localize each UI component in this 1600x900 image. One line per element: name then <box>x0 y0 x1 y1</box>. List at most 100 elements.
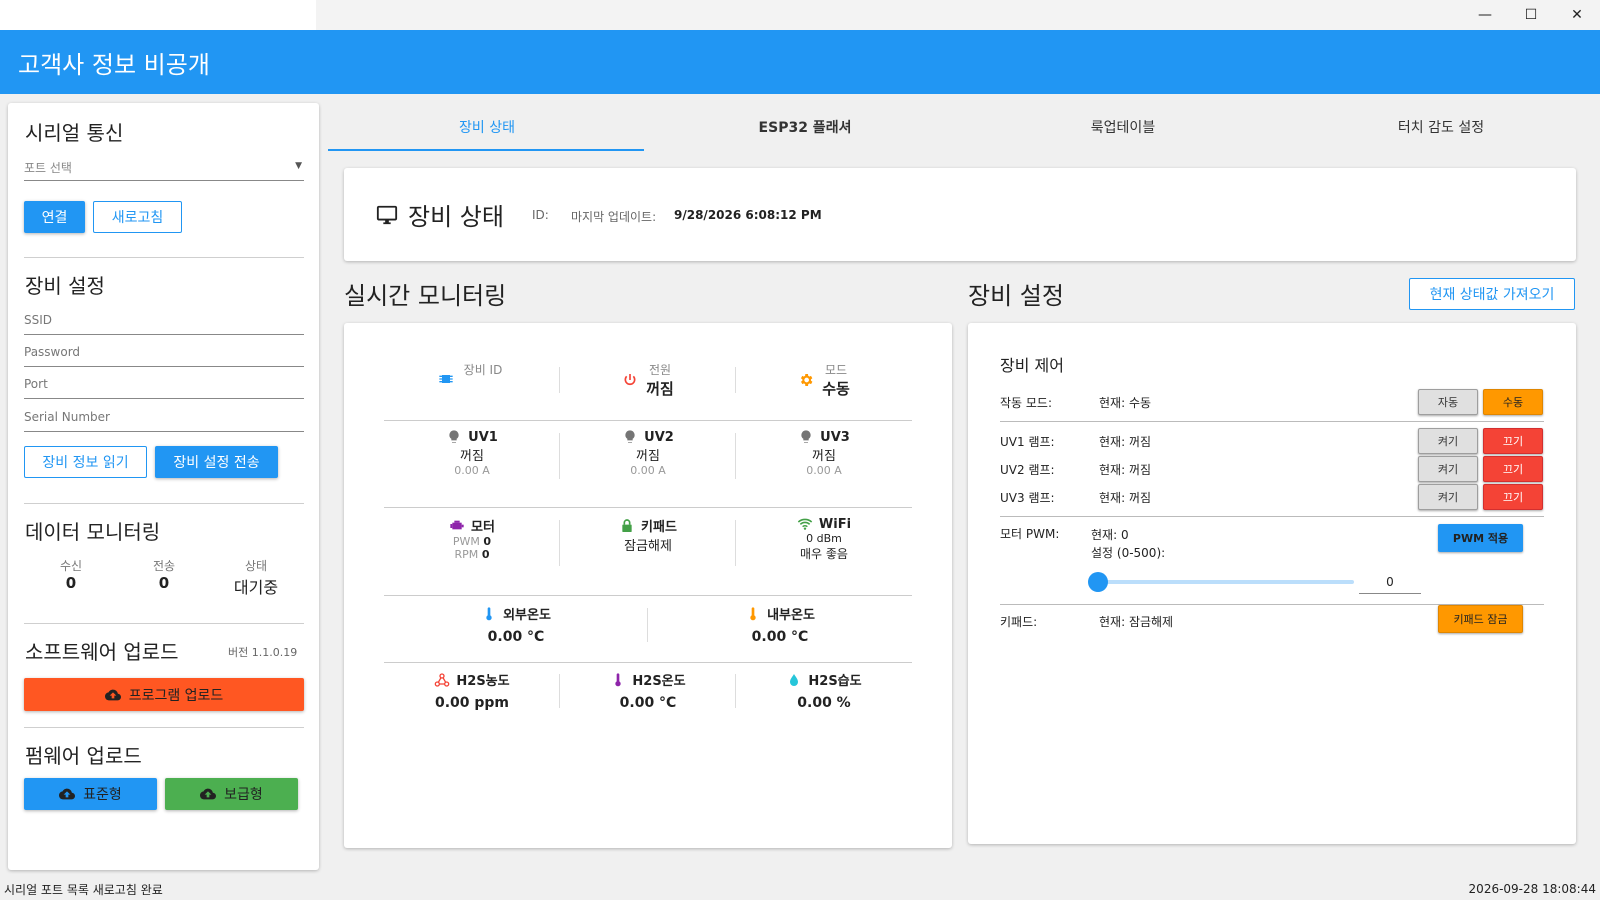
keypad-state: 잠금해제 <box>624 539 672 554</box>
h2s-temp-cell: H2S온도 0.00 °C <box>560 670 736 711</box>
read-device-info-button[interactable]: 장비 정보 읽기 <box>24 446 147 478</box>
uv2-state: 꺼짐 <box>636 449 660 464</box>
rx-value: 0 <box>65 574 77 592</box>
uv3-cell: UV3 꺼짐 0.00 A <box>736 429 912 477</box>
monitor-icon <box>376 205 398 225</box>
port-select[interactable]: 포트 선택 ▼ <box>24 159 304 181</box>
rpm-value: 0 <box>481 548 490 561</box>
thermometer-icon <box>615 672 622 686</box>
inner-temp-value: 0.00 °C <box>751 629 809 645</box>
tab-bar: 장비 상태 ESP32 플래셔 룩업테이블 터치 감도 설정 <box>328 103 1600 151</box>
send-device-settings-button[interactable]: 장비 설정 전송 <box>155 446 278 478</box>
uv3-state: 꺼짐 <box>812 449 836 464</box>
data-monitor-title: 데이터 모니터링 <box>25 520 161 544</box>
molecule-icon <box>435 672 450 687</box>
power-icon <box>624 374 636 386</box>
divider <box>24 257 304 258</box>
program-upload-button[interactable]: 프로그램 업로드 <box>24 678 304 711</box>
wifi-quality: 매우 좋음 <box>800 547 848 561</box>
uv1-off-button[interactable]: 끄기 <box>1483 428 1543 454</box>
mode-cell: 모드 수동 <box>736 361 912 399</box>
firmware-standard-button[interactable]: 표준형 <box>24 778 157 810</box>
pwm-apply-button[interactable]: PWM 적용 <box>1438 524 1523 552</box>
uv1-lamp-label: UV1 램프: <box>1000 435 1055 449</box>
state-value: 대기중 <box>233 578 279 597</box>
dropdown-arrow-icon: ▼ <box>295 161 302 171</box>
divider <box>384 662 912 663</box>
state-indicator: 상태 대기중 <box>211 557 301 598</box>
outer-temp-name: 외부온도 <box>503 608 551 623</box>
maximize-button[interactable]: ☐ <box>1508 0 1554 30</box>
close-button[interactable]: ✕ <box>1554 0 1600 30</box>
control-title: 장비 제어 <box>1000 356 1064 375</box>
refresh-button[interactable]: 새로고침 <box>93 201 182 233</box>
divider <box>384 420 912 421</box>
divider <box>384 507 912 508</box>
uv3-current: 0.00 A <box>806 464 842 477</box>
version-label: 버전 1.1.0.19 <box>228 646 298 659</box>
fetch-current-state-button[interactable]: 현재 상태값 가져오기 <box>1409 278 1575 310</box>
firmware-standard-label: 표준형 <box>83 787 122 803</box>
device-status-header: 장비 상태 ID: 마지막 업데이트: 9/28/2026 6:08:12 PM <box>344 168 1576 261</box>
wifi-signal: 0 dBm <box>806 532 842 545</box>
divider <box>24 727 304 728</box>
port-select-placeholder: 포트 선택 <box>24 161 72 175</box>
uv2-lamp-current: 현재: 꺼짐 <box>1099 463 1152 477</box>
status-header-title: 장비 상태 <box>408 203 504 231</box>
password-field[interactable]: Password <box>24 345 304 367</box>
port-field[interactable]: Port <box>24 377 304 399</box>
pwm-slider-thumb[interactable] <box>1088 572 1108 592</box>
uv2-cell: UV2 꺼짐 0.00 A <box>560 429 736 477</box>
cloud-upload-icon <box>104 689 121 700</box>
uv2-on-button[interactable]: 켜기 <box>1418 456 1478 482</box>
uv3-off-button[interactable]: 끄기 <box>1483 484 1543 510</box>
wifi-icon <box>797 518 813 530</box>
connect-button[interactable]: 연결 <box>24 201 85 233</box>
uv3-name: UV3 <box>820 429 850 445</box>
h2s-humidity-value: 0.00 % <box>797 695 851 711</box>
tx-value: 0 <box>158 574 170 592</box>
device-control-card: 장비 제어 작동 모드: 현재: 수동 자동 수동 UV1 램프: 현재: 꺼짐… <box>968 323 1576 844</box>
uv3-on-button[interactable]: 켜기 <box>1418 484 1478 510</box>
sidebar: 시리얼 통신 포트 선택 ▼ 연결 새로고침 장비 설정 SSID Passwo… <box>8 103 319 870</box>
uv2-lamp-label: UV2 램프: <box>1000 463 1055 477</box>
pwm-value-input[interactable]: 0 <box>1359 570 1421 594</box>
ssid-field[interactable]: SSID <box>24 313 304 335</box>
tab-lookup-table[interactable]: 룩업테이블 <box>964 103 1282 151</box>
firmware-basic-label: 보급형 <box>224 787 263 803</box>
pwm-setting-label: 설정 (0-500): <box>1091 546 1166 560</box>
keypad-lock-button[interactable]: 키패드 잠금 <box>1438 605 1523 633</box>
device-id-cell: 장비 ID <box>384 361 556 387</box>
tab-touch-sensitivity[interactable]: 터치 감도 설정 <box>1282 103 1600 151</box>
mode-control-label: 작동 모드: <box>1000 396 1053 410</box>
window-titlebar: — ☐ ✕ <box>0 0 1600 30</box>
pwm-label: PWM <box>452 535 480 548</box>
divider <box>384 595 912 596</box>
serial-number-field[interactable]: Serial Number <box>24 410 304 432</box>
h2s-humidity-cell: H2S습도 0.00 % <box>736 670 912 711</box>
rpm-label: RPM <box>454 548 479 561</box>
manual-mode-button[interactable]: 수동 <box>1483 389 1543 415</box>
auto-mode-button[interactable]: 자동 <box>1418 389 1478 415</box>
motor-icon <box>450 520 464 529</box>
h2s-temp-value: 0.00 °C <box>619 695 677 711</box>
firmware-basic-button[interactable]: 보급형 <box>165 778 298 810</box>
minimize-button[interactable]: — <box>1462 0 1508 30</box>
pwm-value: 0 <box>483 535 492 548</box>
software-upload-title: 소프트웨어 업로드 <box>25 640 179 664</box>
wifi-cell: WiFi 0 dBm 매우 좋음 <box>736 516 912 562</box>
tab-esp32-flasher[interactable]: ESP32 플래셔 <box>646 103 964 151</box>
rx-label: 수신 <box>59 559 83 573</box>
uv1-on-button[interactable]: 켜기 <box>1418 428 1478 454</box>
uv2-off-button[interactable]: 끄기 <box>1483 456 1543 482</box>
pwm-control-label: 모터 PWM: <box>1000 527 1060 541</box>
uv1-lamp-current: 현재: 꺼짐 <box>1099 435 1152 449</box>
power-value: 꺼짐 <box>646 380 674 398</box>
status-message: 시리얼 포트 목록 새로고침 완료 <box>4 882 163 897</box>
pwm-slider[interactable] <box>1088 572 1354 592</box>
h2s-concentration-cell: H2S농도 0.00 ppm <box>384 670 560 711</box>
inner-temp-cell: 내부온도 0.00 °C <box>648 604 912 645</box>
outer-temp-cell: 외부온도 0.00 °C <box>384 604 648 645</box>
tab-device-status[interactable]: 장비 상태 <box>328 103 646 151</box>
status-bar: 시리얼 포트 목록 새로고침 완료 2026-09-28 18:08:44 <box>0 878 1600 900</box>
